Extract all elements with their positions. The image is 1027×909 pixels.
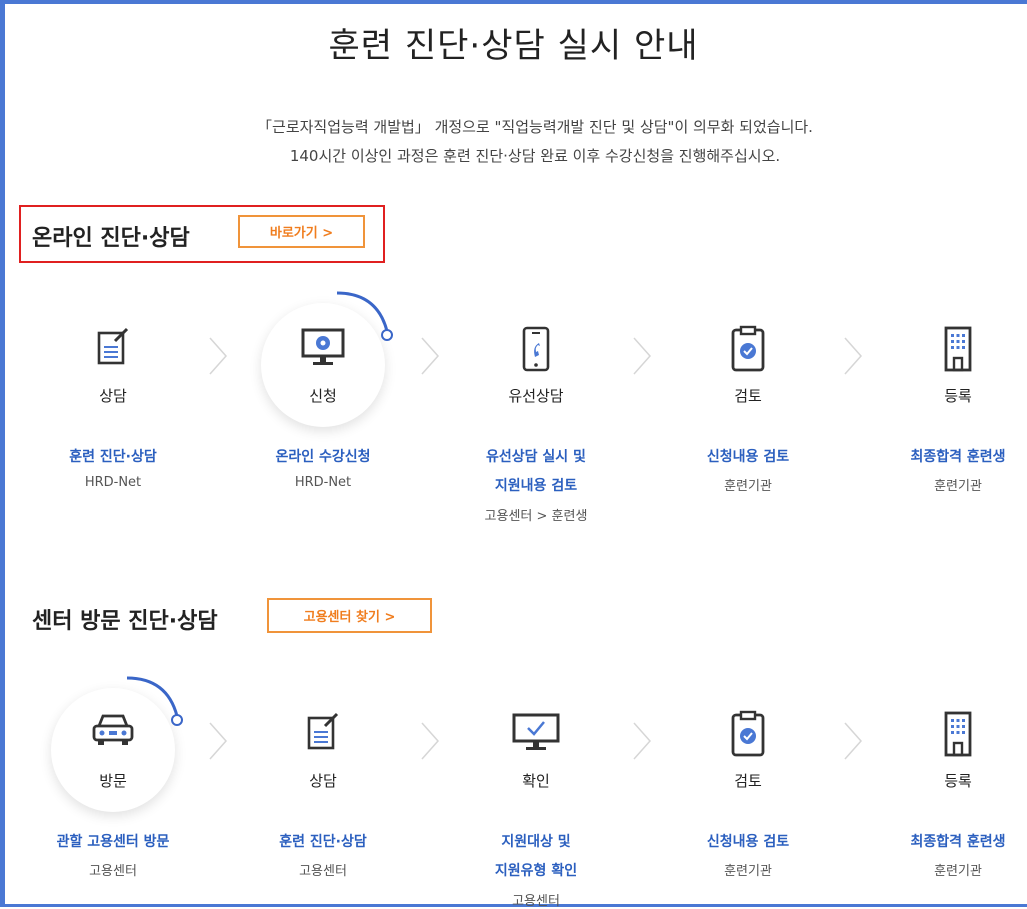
step-description: 지원유형 확인 (494, 863, 578, 879)
step-label: 방문 (99, 772, 127, 790)
step-description: 온라인 수강신청 (275, 449, 371, 465)
step-description: 훈련 진단·상담 (279, 834, 367, 850)
step-label: 등록 (944, 772, 972, 790)
step-label: 상담 (309, 772, 337, 790)
step-description: 관할 고용센터 방문 (56, 834, 170, 850)
chevron-right-icon (209, 337, 228, 375)
step-provider: 훈련기관 (934, 864, 982, 879)
step-label: 신청 (309, 387, 337, 405)
step-description: 최종합격 훈련생 (910, 449, 1006, 465)
step-description: 지원내용 검토 (494, 478, 578, 494)
step-provider: 고용센터 (89, 864, 137, 879)
step-label: 검토 (734, 387, 762, 405)
step-provider: 훈련기관 (724, 479, 772, 494)
step-provider: 고용센터 > 훈련생 (484, 509, 588, 524)
monitor-check-icon (510, 710, 562, 758)
step-description: 신청내용 검토 (706, 449, 790, 465)
document-pen-icon (301, 710, 345, 758)
chevron-right-icon (420, 337, 439, 375)
step-provider: HRD-Net (294, 475, 352, 490)
center-section-title: 센터 방문 진단·상담 (32, 609, 218, 634)
clipboard-check-icon (728, 325, 768, 377)
monitor-icon (299, 325, 347, 373)
step-description: 최종합격 훈련생 (910, 834, 1006, 850)
step-description: 유선상담 실시 및 (486, 449, 586, 465)
chevron-right-icon (844, 722, 863, 760)
notice-line-1: 「근로자직업능력 개발법」 개정으로 "직업능력개발 진단 및 상담"이 의무화… (257, 118, 813, 136)
step-description: 신청내용 검토 (706, 834, 790, 850)
building-icon (940, 325, 976, 377)
clipboard-check-icon (728, 710, 768, 762)
page-title: 훈련 진단·상담 실시 안내 (328, 26, 699, 66)
step-description: 지원대상 및 (501, 834, 571, 850)
go-online-button[interactable]: 바로가기 > (238, 215, 365, 248)
step-label: 상담 (99, 387, 127, 405)
building-icon (940, 710, 976, 762)
chevron-right-icon (633, 337, 652, 375)
car-icon (89, 710, 137, 754)
step-provider: 훈련기관 (934, 479, 982, 494)
step-label: 유선상담 (508, 387, 564, 405)
step-provider: 고용센터 (512, 894, 560, 909)
step-description: 훈련 진단·상담 (69, 449, 157, 465)
chevron-right-icon (844, 337, 863, 375)
chevron-right-icon (633, 722, 652, 760)
online-section-title: 온라인 진단·상담 (32, 226, 190, 251)
step-label: 검토 (734, 772, 762, 790)
step-provider: HRD-Net (84, 475, 142, 490)
notice-line-2: 140시간 이상인 과정은 훈련 진단·상담 완료 이후 수강신청을 진행해주십… (289, 147, 781, 165)
step-provider: 고용센터 (299, 864, 347, 879)
chevron-right-icon (209, 722, 228, 760)
step-label: 확인 (522, 772, 550, 790)
step-label: 등록 (944, 387, 972, 405)
document-pen-icon (91, 325, 135, 373)
find-center-button[interactable]: 고용센터 찾기 > (267, 598, 432, 633)
phone-icon (518, 325, 554, 377)
chevron-right-icon (420, 722, 439, 760)
step-provider: 훈련기관 (724, 864, 772, 879)
